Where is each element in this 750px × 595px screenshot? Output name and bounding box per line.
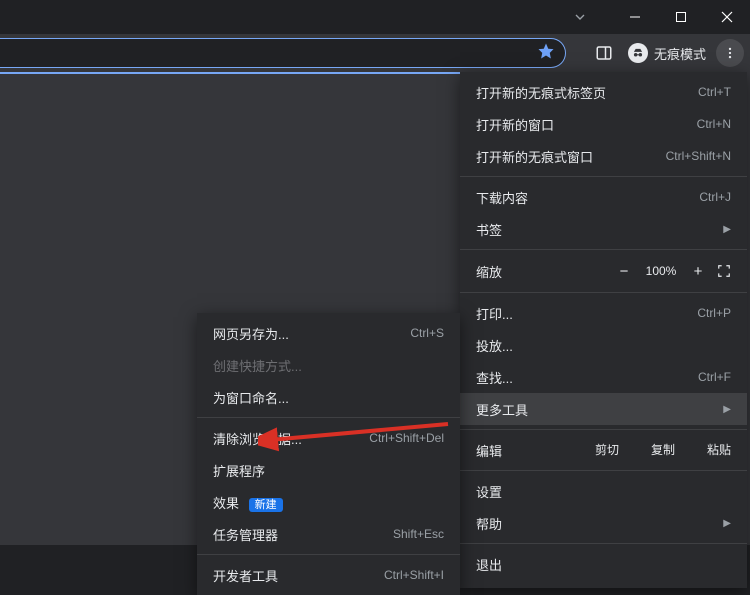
address-bar[interactable] [0,38,566,68]
new-badge: 新建 [249,498,283,512]
zoom-value: 100% [637,264,685,278]
chrome-main-menu: 打开新的无痕式标签页Ctrl+T 打开新的窗口Ctrl+N 打开新的无痕式窗口C… [460,72,747,588]
zoom-label: 缩放 [476,262,611,281]
menu-zoom-row: 缩放 − 100% + [460,254,747,288]
submenu-arrow-icon: ▶ [723,518,731,529]
menu-separator [460,543,747,544]
edit-label: 编辑 [476,441,579,460]
incognito-icon [628,43,648,63]
menu-separator [197,417,460,418]
cut-button[interactable]: 剪切 [579,434,635,466]
menu-separator [460,429,747,430]
menu-more-tools[interactable]: 更多工具▶ [460,393,747,425]
submenu-arrow-icon: ▶ [723,404,731,415]
more-tools-submenu: 网页另存为...Ctrl+S 创建快捷方式... 为窗口命名... 清除浏览数据… [197,313,460,595]
menu-print[interactable]: 打印...Ctrl+P [460,297,747,329]
submenu-save-page[interactable]: 网页另存为...Ctrl+S [197,317,460,349]
incognito-label: 无痕模式 [654,44,706,63]
close-button[interactable] [704,0,750,34]
menu-new-window[interactable]: 打开新的窗口Ctrl+N [460,108,747,140]
side-panel-icon[interactable] [590,39,618,67]
submenu-arrow-icon: ▶ [723,224,731,235]
browser-toolbar: 无痕模式 [0,34,750,72]
submenu-create-shortcut: 创建快捷方式... [197,349,460,381]
tab-search-chevron-icon[interactable] [566,3,594,31]
zoom-in-button[interactable]: + [685,263,711,280]
menu-cast[interactable]: 投放... [460,329,747,361]
menu-help[interactable]: 帮助▶ [460,507,747,539]
paste-button[interactable]: 粘贴 [691,434,747,466]
menu-separator [197,554,460,555]
minimize-button[interactable] [612,0,658,34]
performance-label: 效果 [213,496,239,511]
submenu-developer-tools[interactable]: 开发者工具Ctrl+Shift+I [197,559,460,591]
page-focus-border [0,72,460,78]
incognito-indicator: 无痕模式 [624,43,710,63]
submenu-task-manager[interactable]: 任务管理器Shift+Esc [197,518,460,550]
menu-separator [460,292,747,293]
menu-new-incognito-window[interactable]: 打开新的无痕式窗口Ctrl+Shift+N [460,140,747,172]
submenu-extensions[interactable]: 扩展程序 [197,454,460,486]
menu-edit-row: 编辑 剪切 复制 粘贴 [460,434,747,466]
menu-separator [460,176,747,177]
window-titlebar [0,0,750,34]
menu-new-incognito-tab[interactable]: 打开新的无痕式标签页Ctrl+T [460,76,747,108]
window-controls [612,0,750,34]
menu-exit[interactable]: 退出 [460,548,747,580]
menu-settings[interactable]: 设置 [460,475,747,507]
menu-button[interactable] [716,39,744,67]
submenu-name-window[interactable]: 为窗口命名... [197,381,460,413]
menu-bookmarks[interactable]: 书签▶ [460,213,747,245]
copy-button[interactable]: 复制 [635,434,691,466]
fullscreen-icon[interactable] [711,264,737,278]
menu-downloads[interactable]: 下载内容Ctrl+J [460,181,747,213]
menu-separator [460,249,747,250]
zoom-out-button[interactable]: − [611,263,637,280]
menu-find[interactable]: 查找...Ctrl+F [460,361,747,393]
bookmark-star-icon[interactable] [537,42,555,65]
submenu-performance[interactable]: 效果 新建 [197,486,460,518]
menu-separator [460,470,747,471]
maximize-button[interactable] [658,0,704,34]
submenu-clear-browsing-data[interactable]: 清除浏览数据...Ctrl+Shift+Del [197,422,460,454]
